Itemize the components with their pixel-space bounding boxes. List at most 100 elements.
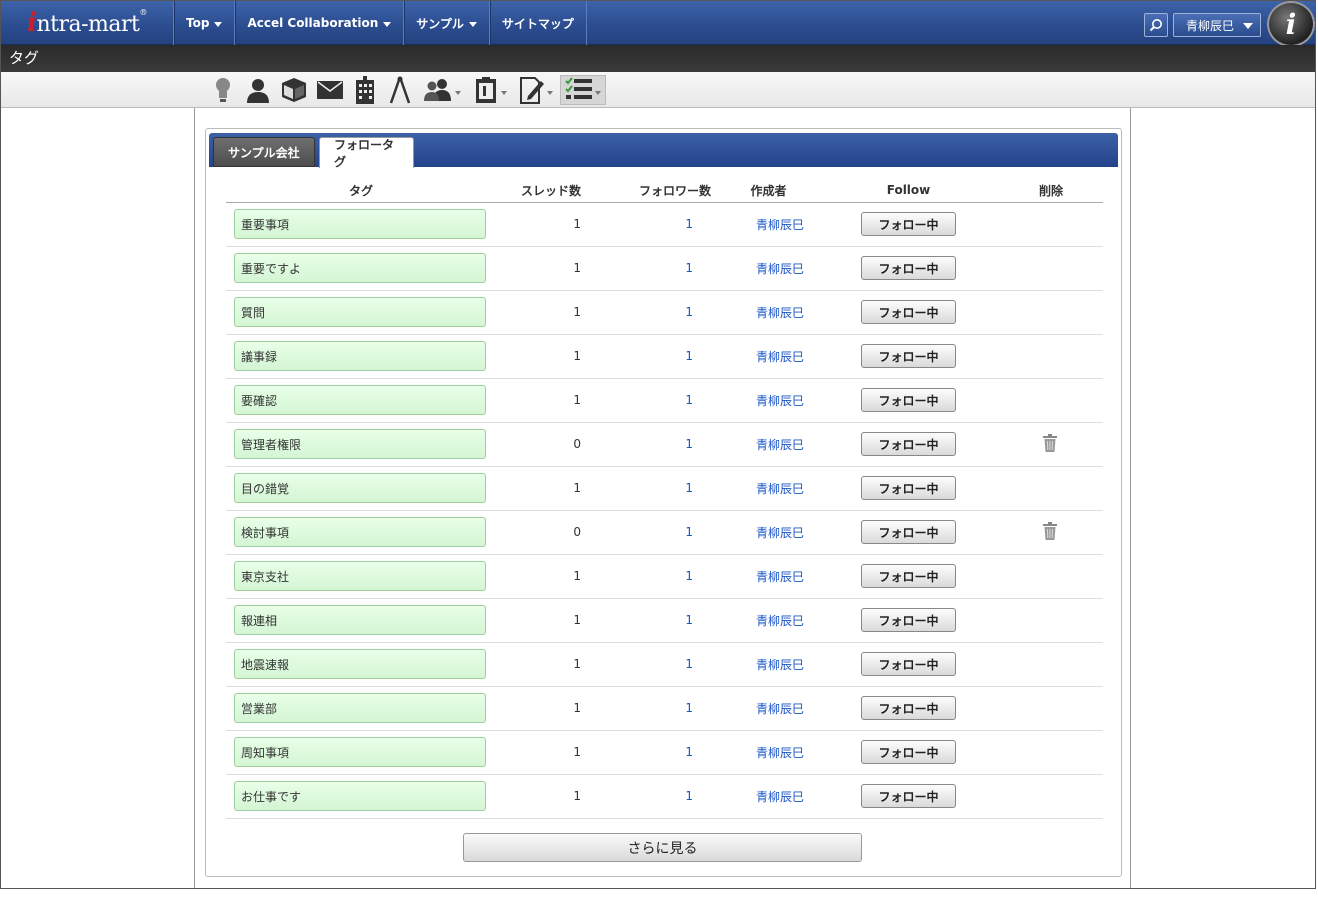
creator-link[interactable]: 青柳辰巳 — [756, 438, 804, 452]
creator-link[interactable]: 青柳辰巳 — [756, 658, 804, 672]
user-menu-button[interactable]: 青柳辰巳 — [1173, 13, 1261, 37]
following-button[interactable]: フォロー中 — [861, 696, 956, 720]
following-button[interactable]: フォロー中 — [861, 388, 956, 412]
follower-count-link[interactable]: 1 — [685, 569, 693, 583]
thread-count: 1 — [496, 686, 581, 731]
checklist-menu[interactable] — [560, 75, 606, 105]
following-button[interactable]: フォロー中 — [861, 476, 956, 500]
follower-count-link[interactable]: 1 — [685, 481, 693, 495]
follower-count-cell: 1 — [581, 290, 711, 335]
creator-link[interactable]: 青柳辰巳 — [756, 394, 804, 408]
tag-chip[interactable]: 検討事項 — [234, 517, 486, 547]
following-button[interactable]: フォロー中 — [861, 564, 956, 588]
creator-link[interactable]: 青柳辰巳 — [756, 570, 804, 584]
creator-link[interactable]: 青柳辰巳 — [756, 218, 804, 232]
follower-count-link[interactable]: 1 — [685, 217, 693, 231]
tab-follow-tags[interactable]: フォロータグ — [319, 137, 414, 169]
compass-icon[interactable] — [387, 75, 413, 105]
nav-sitemap[interactable]: サイトマップ — [488, 1, 587, 45]
tag-chip[interactable]: 報連相 — [234, 605, 486, 635]
trash-icon[interactable] — [1043, 433, 1057, 455]
creator-link[interactable]: 青柳辰巳 — [756, 262, 804, 276]
follower-count-link[interactable]: 1 — [685, 437, 693, 451]
table-row: 目の錯覚 1 1 青柳辰巳 フォロー中 — [226, 466, 1103, 511]
creator-cell: 青柳辰巳 — [711, 642, 826, 687]
trash-icon[interactable] — [1043, 521, 1057, 543]
tag-chip[interactable]: 重要事項 — [234, 209, 486, 239]
tag-chip[interactable]: 周知事項 — [234, 737, 486, 767]
tag-chip[interactable]: 質問 — [234, 297, 486, 327]
intra-mart-logo[interactable]: intra-mart® — [1, 1, 173, 45]
nav-accel-collaboration[interactable]: Accel Collaboration — [234, 1, 403, 45]
follower-count-link[interactable]: 1 — [685, 261, 693, 275]
follower-count-link[interactable]: 1 — [685, 305, 693, 319]
im-badge-icon[interactable]: i — [1267, 1, 1315, 47]
tag-chip[interactable]: 営業部 — [234, 693, 486, 723]
following-button[interactable]: フォロー中 — [861, 740, 956, 764]
tag-chip[interactable]: 要確認 — [234, 385, 486, 415]
follower-count-link[interactable]: 1 — [685, 349, 693, 363]
delete-cell — [991, 378, 1103, 423]
tag-chip[interactable]: 議事録 — [234, 341, 486, 371]
follower-count-link[interactable]: 1 — [685, 657, 693, 671]
chevron-down-icon — [455, 91, 461, 95]
follow-cell: フォロー中 — [826, 334, 991, 379]
following-button[interactable]: フォロー中 — [861, 608, 956, 632]
creator-link[interactable]: 青柳辰巳 — [756, 350, 804, 364]
follower-count-link[interactable]: 1 — [685, 745, 693, 759]
box-icon[interactable] — [279, 75, 309, 105]
follower-count-link[interactable]: 1 — [685, 701, 693, 715]
follow-cell: フォロー中 — [826, 378, 991, 423]
creator-link[interactable]: 青柳辰巳 — [756, 306, 804, 320]
table-row: 議事録 1 1 青柳辰巳 フォロー中 — [226, 334, 1103, 379]
following-button[interactable]: フォロー中 — [861, 344, 956, 368]
building-icon[interactable] — [353, 75, 377, 105]
creator-link[interactable]: 青柳辰巳 — [756, 614, 804, 628]
creator-link[interactable]: 青柳辰巳 — [756, 746, 804, 760]
tag-chip[interactable]: 重要ですよ — [234, 253, 486, 283]
following-button[interactable]: フォロー中 — [861, 784, 956, 808]
tag-chip[interactable]: 管理者権限 — [234, 429, 486, 459]
tag-name: 東京支社 — [241, 569, 290, 584]
tag-chip[interactable]: 東京支社 — [234, 561, 486, 591]
tag-table: タグ スレッド数 フォロワー数 作成者 Follow 削除 重要事項 1 1 青柳辰巳… — [226, 179, 1103, 819]
follower-count-link[interactable]: 1 — [685, 613, 693, 627]
header-tag: タグ — [226, 179, 496, 203]
chevron-down-icon — [547, 91, 553, 95]
app-frame: intra-mart® Top Accel Collaboration サンプル… — [0, 0, 1316, 889]
following-button[interactable]: フォロー中 — [861, 520, 956, 544]
follower-count-link[interactable]: 1 — [685, 789, 693, 803]
clipboard-menu[interactable] — [470, 75, 510, 105]
users-menu[interactable] — [422, 75, 462, 105]
following-button[interactable]: フォロー中 — [861, 256, 956, 280]
nav-top[interactable]: Top — [173, 1, 234, 45]
see-more-button[interactable]: さらに見る — [463, 833, 862, 862]
creator-cell: 青柳辰巳 — [711, 334, 826, 379]
follower-count-cell: 1 — [581, 642, 711, 687]
creator-link[interactable]: 青柳辰巳 — [756, 702, 804, 716]
tag-chip[interactable]: 地震速報 — [234, 649, 486, 679]
user-icon[interactable] — [244, 75, 272, 105]
follow-cell: フォロー中 — [826, 642, 991, 687]
following-button[interactable]: フォロー中 — [861, 652, 956, 676]
tag-chip[interactable]: 目の錯覚 — [234, 473, 486, 503]
lightbulb-icon[interactable] — [211, 75, 235, 105]
creator-link[interactable]: 青柳辰巳 — [756, 482, 804, 496]
creator-cell: 青柳辰巳 — [711, 598, 826, 643]
tag-chip[interactable]: お仕事です — [234, 781, 486, 811]
search-button[interactable] — [1144, 13, 1168, 37]
mail-icon[interactable] — [316, 75, 344, 105]
following-button[interactable]: フォロー中 — [861, 432, 956, 456]
edit-menu[interactable] — [516, 75, 556, 105]
nav-sample[interactable]: サンプル — [403, 1, 489, 45]
creator-link[interactable]: 青柳辰巳 — [756, 790, 804, 804]
creator-link[interactable]: 青柳辰巳 — [756, 526, 804, 540]
tab-sample-company[interactable]: サンプル会社 — [213, 137, 315, 167]
delete-cell — [991, 202, 1103, 247]
creator-cell: 青柳辰巳 — [711, 290, 826, 335]
following-button[interactable]: フォロー中 — [861, 212, 956, 236]
follower-count-link[interactable]: 1 — [685, 393, 693, 407]
follower-count-link[interactable]: 1 — [685, 525, 693, 539]
creator-cell: 青柳辰巳 — [711, 378, 826, 423]
following-button[interactable]: フォロー中 — [861, 300, 956, 324]
